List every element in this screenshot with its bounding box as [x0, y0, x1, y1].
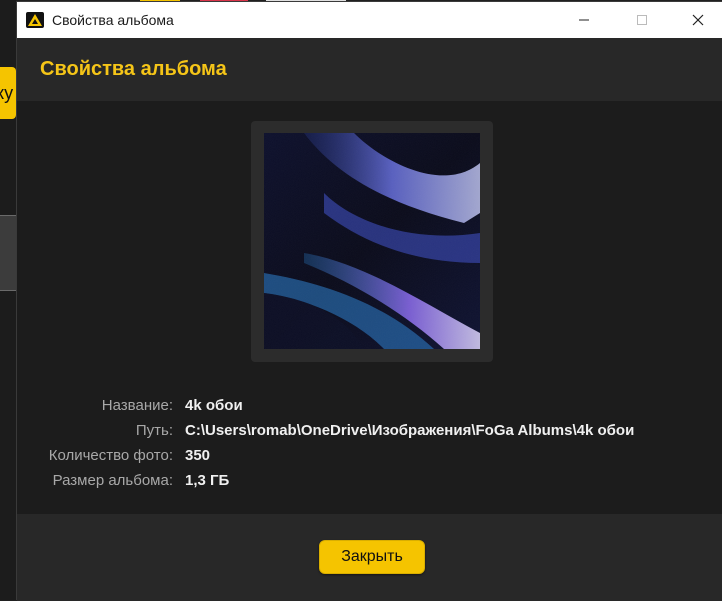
background-app-panel — [0, 216, 16, 291]
property-row-album-size: Размер альбома: 1,3 ГБ — [17, 468, 722, 493]
close-button[interactable]: Закрыть — [319, 540, 425, 574]
album-cover-frame — [251, 121, 493, 362]
album-cover-image — [264, 133, 480, 349]
property-label: Название: — [101, 397, 173, 414]
property-row-path: Путь: C:\Users\romab\OneDrive\Изображени… — [17, 418, 722, 443]
dialog-body: Название: 4k обои Путь: C:\Users\romab\O… — [17, 101, 722, 514]
property-value: C:\Users\romab\OneDrive\Изображения\FoGa… — [185, 422, 635, 439]
dialog-footer: Закрыть — [17, 514, 722, 601]
property-label: Путь: — [135, 422, 173, 439]
property-label: Количество фото: — [48, 447, 173, 464]
window-title: Свойства альбома — [52, 12, 174, 28]
minimize-icon — [579, 19, 589, 21]
property-label: Размер альбома: — [52, 472, 173, 489]
close-window-button[interactable] — [675, 2, 721, 38]
minimize-button[interactable] — [561, 2, 607, 38]
background-app-button-label: ку — [0, 83, 14, 103]
maximize-icon — [637, 15, 647, 25]
background-app-button[interactable]: ку — [0, 67, 16, 119]
dialog-heading: Свойства альбома — [40, 58, 227, 80]
dialog-header: Свойства альбома — [17, 38, 722, 101]
close-icon — [692, 14, 704, 26]
title-bar[interactable]: Свойства альбома — [17, 2, 722, 38]
maximize-button[interactable] — [619, 2, 665, 38]
property-row-photo-count: Количество фото: 350 — [17, 443, 722, 468]
property-value: 1,3 ГБ — [185, 472, 230, 489]
property-value: 350 — [185, 447, 211, 464]
album-properties-window: Свойства альбома Свойства альбома Назван… — [16, 1, 722, 601]
property-row-name: Название: 4k обои — [17, 393, 722, 418]
app-logo-icon — [26, 12, 44, 28]
property-value: 4k обои — [185, 397, 243, 414]
